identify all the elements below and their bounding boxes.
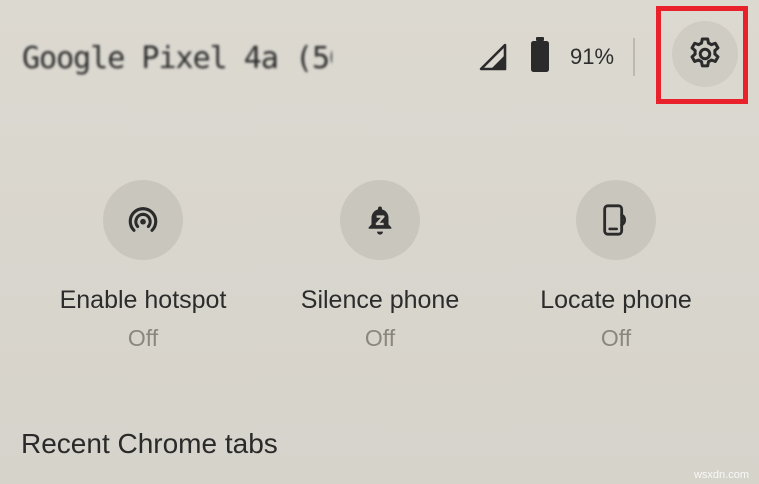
cell-signal-icon xyxy=(479,43,507,71)
locate-phone-button[interactable]: Locate phone Off xyxy=(506,180,726,352)
hotspot-icon xyxy=(128,207,158,232)
silence-phone-label: Silence phone xyxy=(300,286,460,314)
silence-phone-status: Off xyxy=(364,325,396,351)
recent-chrome-tabs-title: Recent Chrome tabs xyxy=(21,428,278,459)
enable-hotspot-icon-circle xyxy=(103,180,183,260)
locate-phone-label: Locate phone xyxy=(540,286,692,314)
watermark: wsxdn.com xyxy=(693,469,749,481)
battery-icon xyxy=(531,37,549,72)
settings-highlight-box xyxy=(656,6,748,104)
header-divider xyxy=(633,38,635,76)
phone-hub-panel: Google Pixel 4a (5G) 91% Enable hotspot … xyxy=(0,0,759,484)
quick-actions: Enable hotspot Off Silence phone Off Loc… xyxy=(0,180,759,360)
phone-hub-header: Google Pixel 4a (5G) 91% xyxy=(0,0,759,115)
enable-hotspot-status: Off xyxy=(127,325,159,351)
silence-phone-icon-circle xyxy=(340,180,420,260)
bell-z-icon xyxy=(368,206,392,235)
locate-phone-icon-circle xyxy=(576,180,656,260)
enable-hotspot-label: Enable hotspot xyxy=(59,286,227,314)
silence-phone-button[interactable]: Silence phone Off xyxy=(270,180,490,352)
locate-phone-status: Off xyxy=(600,325,632,351)
phone-ring-icon xyxy=(603,204,626,236)
enable-hotspot-button[interactable]: Enable hotspot Off xyxy=(33,180,253,352)
device-name: Google Pixel 4a (5G) xyxy=(22,40,332,76)
battery-percentage: 91% xyxy=(570,44,615,69)
